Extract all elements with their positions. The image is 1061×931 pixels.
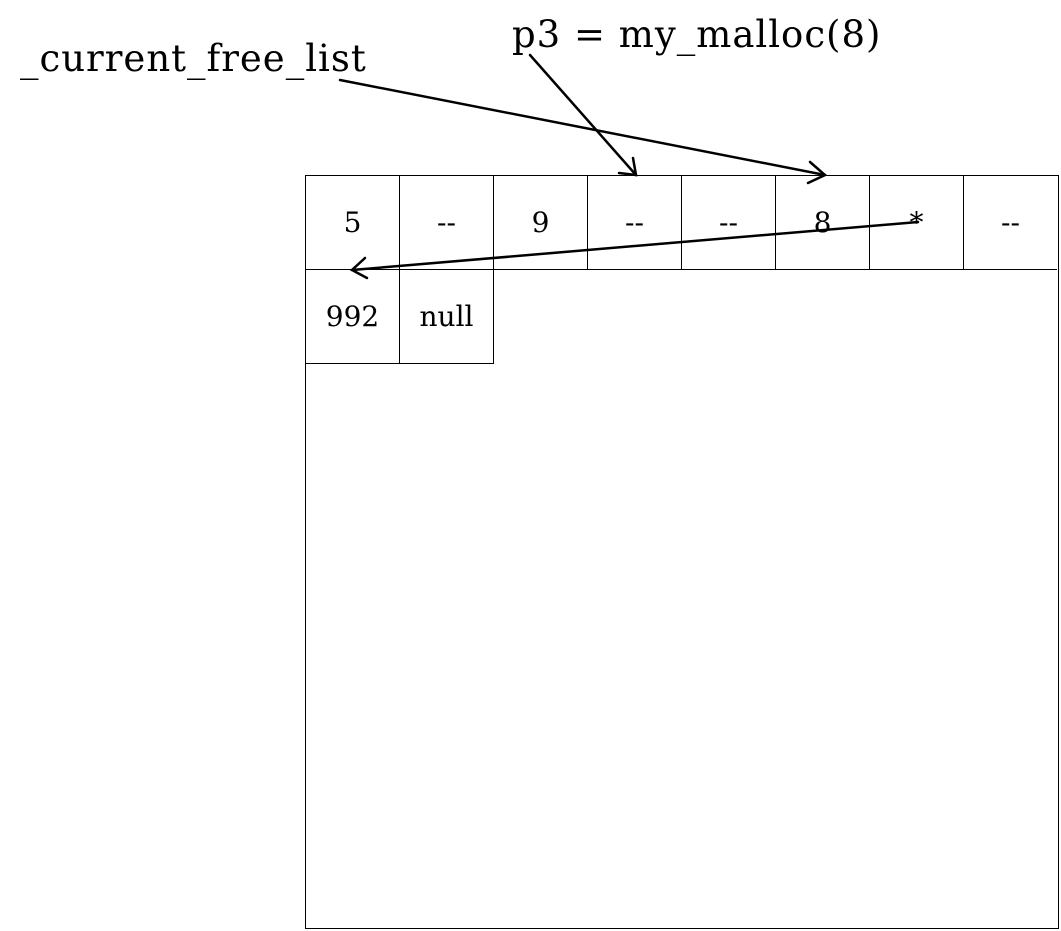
heap-row-1: 5 -- 9 -- -- 8 * -- xyxy=(306,176,1057,270)
malloc-call-label: p3 = my_malloc(8) xyxy=(512,13,882,56)
heap-cell: 9 xyxy=(494,176,588,270)
heap-cell: 992 xyxy=(306,270,400,364)
heap-block: 5 -- 9 -- -- 8 * -- 992 null xyxy=(305,175,1059,929)
heap-cell: 5 xyxy=(306,176,400,270)
heap-cell: * xyxy=(870,176,964,270)
heap-cell: 8 xyxy=(776,176,870,270)
heap-cell: -- xyxy=(682,176,776,270)
free-list-arrow xyxy=(338,78,827,177)
malloc-arrow xyxy=(528,53,638,177)
heap-row-2: 992 null xyxy=(306,270,494,364)
heap-cell: -- xyxy=(400,176,494,270)
heap-cell: -- xyxy=(964,176,1057,270)
heap-cell: null xyxy=(400,270,494,364)
malloc-arrowhead xyxy=(617,156,638,177)
heap-cell: -- xyxy=(588,176,682,270)
current-free-list-label: _current_free_list xyxy=(20,37,367,80)
